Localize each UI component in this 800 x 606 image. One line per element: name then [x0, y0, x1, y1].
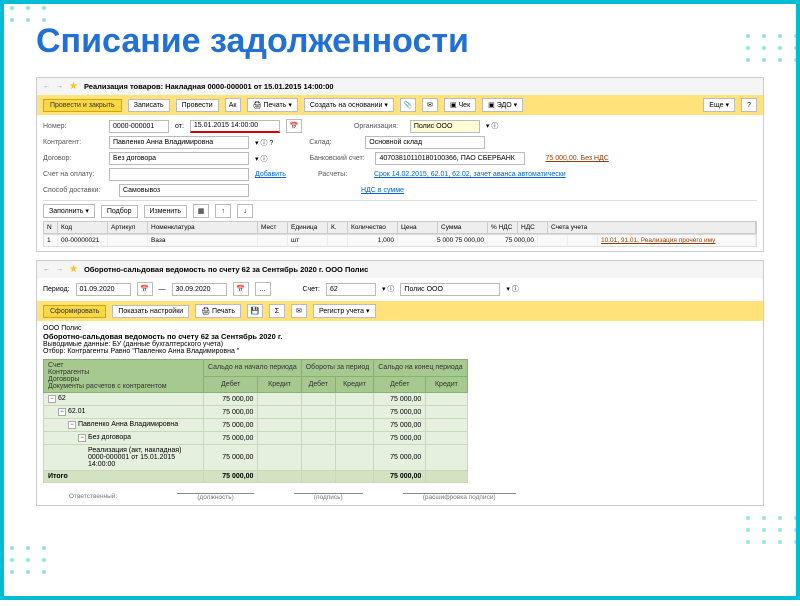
items-table-header: N Код Артикул Номенклатура Мест Единица … — [43, 221, 757, 234]
acct-label: Счет: — [303, 286, 320, 293]
help-icon[interactable]: ? — [741, 98, 757, 112]
report-window: ← → ★ Оборотно-сальдовая ведомость по сч… — [36, 260, 764, 506]
post-close-button[interactable]: Провести и закрыть — [43, 99, 122, 112]
collapse-icon[interactable]: − — [48, 395, 56, 403]
calendar-icon[interactable]: 📅 — [286, 119, 302, 133]
items-table-row[interactable]: 1 00-00000021 Ваза шт 1,000 5 000 75 000… — [43, 234, 757, 247]
number-field[interactable]: 0000-000001 — [109, 120, 169, 133]
collapse-icon[interactable]: − — [58, 408, 66, 416]
balance-table: Счет Контрагенты Договоры Документы расч… — [43, 359, 468, 483]
nds-link[interactable]: НДС в сумме — [361, 187, 404, 194]
down-icon[interactable]: ↓ — [237, 204, 253, 218]
nav-back-icon[interactable]: ← — [43, 83, 50, 90]
dogovor-label: Договор: — [43, 155, 103, 162]
report-header: ООО Полис Оборотно-сальдовая ведомость п… — [37, 321, 763, 505]
toolbar2: Сформировать Показать настройки 🖨 Печать… — [37, 301, 763, 321]
form-button[interactable]: Сформировать — [43, 305, 106, 318]
dogovor-field[interactable]: Без договора — [109, 152, 249, 165]
attach-icon[interactable]: 📎 — [400, 98, 416, 112]
nav-fwd2-icon[interactable]: → — [56, 266, 63, 273]
bank-label: Банковский счет: — [309, 155, 369, 162]
window-title2: Оборотно-сальдовая ведомость по счету 62… — [84, 265, 368, 274]
cal-icon[interactable]: 📅 — [137, 282, 153, 296]
kontr-label: Контрагент: — [43, 139, 103, 146]
table-row[interactable]: −62.0175 000,0075 000,00 — [44, 406, 468, 419]
table-total-row: Итого75 000,0075 000,00 — [44, 471, 468, 483]
table-row[interactable]: Реализация (акт, накладная) 0000-000001 … — [44, 445, 468, 471]
org-field[interactable]: Полис ООО — [410, 120, 480, 133]
print2-button[interactable]: 🖨 Печать — [195, 304, 241, 318]
period-icon[interactable]: … — [255, 282, 271, 296]
table-row[interactable]: −Без договора75 000,0075 000,00 — [44, 432, 468, 445]
number-label: Номер: — [43, 123, 103, 130]
window-title: Реализация товаров: Накладная 0000-00000… — [84, 82, 334, 91]
edo-button[interactable]: ▣ ЭДО ▾ — [482, 98, 523, 112]
record-button[interactable]: Записать — [128, 99, 170, 112]
date-from-field[interactable]: 01.09.2020 — [76, 283, 131, 296]
total-link[interactable]: 75 000,00. Без НДС — [545, 155, 608, 162]
chart-icon[interactable]: Σ — [269, 304, 285, 318]
kontr-field[interactable]: Павленко Анна Владимировна — [109, 136, 249, 149]
org-label: Организация: — [354, 123, 404, 130]
table-row[interactable]: −6275 000,0075 000,00 — [44, 393, 468, 406]
collapse-icon[interactable]: − — [78, 434, 86, 442]
titlebar2: ← → ★ Оборотно-сальдовая ведомость по сч… — [37, 261, 763, 278]
more-button[interactable]: Еще ▾ — [703, 98, 735, 112]
change-button[interactable]: Изменить — [144, 205, 188, 218]
page-title: Списание задолженности — [36, 22, 764, 61]
schet-field[interactable] — [109, 168, 249, 181]
add-link[interactable]: Добавить — [255, 171, 286, 178]
select-button[interactable]: Подбор — [101, 205, 138, 218]
settings-button[interactable]: Показать настройки — [112, 305, 189, 318]
mail2-icon[interactable]: ✉ — [291, 304, 307, 318]
rasch-link[interactable]: Срок 14.02.2015, 62.01, 62.02, зачет ава… — [374, 171, 566, 178]
up-icon[interactable]: ↑ — [215, 204, 231, 218]
acct-field[interactable]: 62 — [326, 283, 376, 296]
star-icon[interactable]: ★ — [69, 81, 78, 92]
date-label: от: — [175, 123, 184, 130]
scan-icon[interactable]: ▦ — [193, 204, 209, 218]
signature-line: Ответственный: (должность) (подпись) (ра… — [43, 493, 757, 501]
rasch-label: Расчеты: — [318, 171, 368, 178]
save-icon[interactable]: 💾 — [247, 304, 263, 318]
schet-label: Счет на оплату: — [43, 171, 103, 178]
cal2-icon[interactable]: 📅 — [233, 282, 249, 296]
collapse-icon[interactable]: − — [68, 421, 76, 429]
mail-icon[interactable]: ✉ — [422, 98, 438, 112]
dostav-label: Способ доставки: — [43, 187, 113, 194]
table-row[interactable]: −Павленко Анна Владимировна75 000,0075 0… — [44, 419, 468, 432]
create-based-button[interactable]: Создать на основании ▾ — [304, 98, 394, 112]
titlebar: ← → ★ Реализация товаров: Накладная 0000… — [37, 78, 763, 95]
toolbar: Провести и закрыть Записать Провести Ак … — [37, 95, 763, 115]
invoice-window: ← → ★ Реализация товаров: Накладная 0000… — [36, 77, 764, 252]
dostav-field[interactable]: Самовывоз — [119, 184, 249, 197]
bank-field[interactable]: 40703810110180100366, ПАО СБЕРБАНК — [375, 152, 525, 165]
register-button[interactable]: Регистр учета ▾ — [313, 304, 376, 318]
print-button[interactable]: 🖨 Печать ▾ — [247, 98, 298, 112]
nav-back2-icon[interactable]: ← — [43, 266, 50, 273]
org2-field[interactable]: Полис ООО — [400, 283, 500, 296]
fill-button[interactable]: Заполнить ▾ — [43, 204, 95, 218]
period-label: Период: — [43, 286, 70, 293]
post-button[interactable]: Провести — [176, 99, 219, 112]
date-field[interactable]: 15.01.2015 14:00:00 — [190, 120, 280, 133]
sklad-field[interactable]: Основной склад — [365, 136, 485, 149]
star2-icon[interactable]: ★ — [69, 264, 78, 275]
sklad-label: Склад: — [309, 139, 359, 146]
dt-kt-icon[interactable]: Ак — [225, 98, 241, 112]
nav-fwd-icon[interactable]: → — [56, 83, 63, 90]
check-button[interactable]: ▣ Чек — [444, 98, 476, 112]
date-to-field[interactable]: 30.09.2020 — [172, 283, 227, 296]
